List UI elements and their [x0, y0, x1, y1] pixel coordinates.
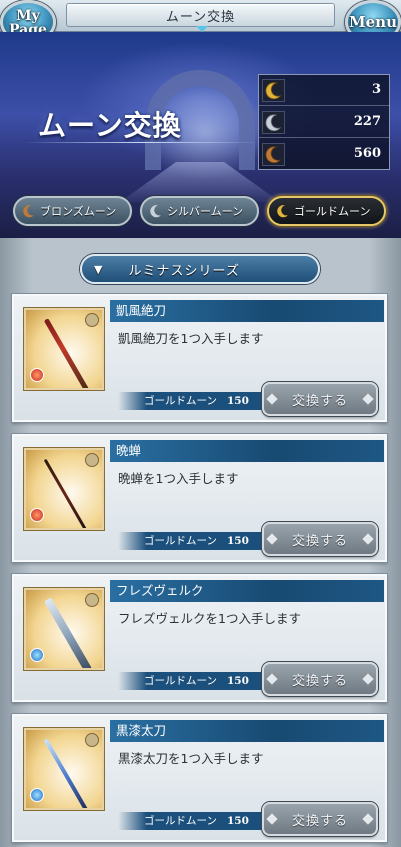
cost-amount: 150 — [226, 535, 249, 547]
item-description: 黒漆太刀を1つ入手します — [118, 751, 264, 766]
tab-bronze-moon[interactable]: ブロンズムーン — [13, 196, 132, 226]
exchange-button[interactable]: 交換する — [262, 662, 378, 696]
triangle-down-icon: ▼ — [94, 262, 103, 276]
item-cost: ゴールドムーン 150 — [118, 392, 278, 410]
item-name: フレズヴェルク — [110, 580, 384, 602]
moon-row-silver: 227 — [259, 107, 389, 138]
rarity-icon — [85, 593, 99, 607]
water-element-icon — [30, 788, 44, 802]
item-cost: ゴールドムーン 150 — [118, 672, 278, 690]
fire-element-icon — [30, 508, 44, 522]
hero-banner: ムーン交換 3 227 560 ブロンズムーン シルバームーン ゴールドムーン — [0, 32, 401, 238]
exchange-item-card: フレズヴェルク フレズヴェルクを1つ入手します ゴールドムーン 150 交換する — [12, 574, 387, 702]
weapon-thumbnail — [24, 448, 104, 530]
tab-gold-moon-label: ゴールドムーン — [294, 205, 371, 218]
exchange-button[interactable]: 交換する — [262, 522, 378, 556]
item-description: フレズヴェルクを1つ入手します — [118, 611, 301, 626]
gold-moon-count: 3 — [371, 82, 381, 97]
silver-moon-icon — [262, 111, 285, 134]
rarity-icon — [85, 733, 99, 747]
cost-amount: 150 — [226, 675, 249, 687]
hero-divider — [24, 142, 260, 143]
rarity-icon — [85, 453, 99, 467]
item-name: 黒漆太刀 — [110, 720, 384, 742]
cost-currency-label: ゴールドムーン — [144, 675, 217, 687]
mypage-label-line1: My — [16, 8, 40, 24]
hero-title: ムーン交換 — [38, 109, 182, 142]
gold-moon-tab-icon — [277, 205, 288, 218]
exchange-button[interactable]: 交換する — [262, 802, 378, 836]
moon-count-panel: 3 227 560 — [258, 74, 390, 170]
silver-moon-tab-icon — [150, 205, 161, 218]
cost-currency-label: ゴールドムーン — [144, 395, 217, 407]
tab-bronze-moon-label: ブロンズムーン — [40, 205, 117, 218]
item-cost: ゴールドムーン 150 — [118, 812, 278, 830]
series-dropdown[interactable]: ▼ ルミナスシリーズ — [80, 254, 320, 284]
weapon-thumbnail — [24, 308, 104, 390]
series-label: ルミナスシリーズ — [128, 263, 240, 279]
blade-illustration — [43, 318, 90, 388]
exchange-list-panel: ▼ ルミナスシリーズ 凱風絶刀 凱風絶刀を1つ入手します ゴールドムーン 150… — [0, 238, 401, 847]
tab-silver-moon[interactable]: シルバームーン — [140, 196, 259, 226]
exchange-item-card: 黒漆太刀 黒漆太刀を1つ入手します ゴールドムーン 150 交換する — [12, 714, 387, 842]
exchange-item-card: 晩蝉 晩蝉を1つ入手します ゴールドムーン 150 交換する — [12, 434, 387, 562]
exchange-button[interactable]: 交換する — [262, 382, 378, 416]
item-name: 晩蝉 — [110, 440, 384, 462]
water-element-icon — [30, 648, 44, 662]
top-nav-bar: ムーン交換 — [0, 0, 401, 32]
item-cost: ゴールドムーン 150 — [118, 532, 278, 550]
page-title: ムーン交換 — [66, 3, 335, 32]
item-name: 凱風絶刀 — [110, 300, 384, 322]
weapon-thumbnail — [24, 728, 104, 810]
tab-silver-moon-label: シルバームーン — [167, 205, 244, 218]
cost-amount: 150 — [226, 395, 249, 407]
moon-row-bronze: 560 — [259, 139, 389, 170]
exchange-item-card: 凱風絶刀 凱風絶刀を1つ入手します ゴールドムーン 150 交換する — [12, 294, 387, 422]
gold-moon-icon — [262, 79, 285, 102]
bronze-moon-count: 560 — [353, 146, 381, 161]
cost-currency-label: ゴールドムーン — [144, 535, 217, 547]
blade-illustration — [43, 458, 88, 528]
item-description: 凱風絶刀を1つ入手します — [118, 331, 264, 346]
rarity-icon — [85, 313, 99, 327]
moon-row-gold: 3 — [259, 75, 389, 106]
bronze-moon-tab-icon — [23, 205, 34, 218]
fire-element-icon — [30, 368, 44, 382]
tab-gold-moon[interactable]: ゴールドムーン — [267, 196, 386, 226]
blade-illustration — [44, 597, 92, 668]
cost-currency-label: ゴールドムーン — [144, 815, 217, 827]
cost-amount: 150 — [226, 815, 249, 827]
blade-illustration — [43, 738, 89, 808]
weapon-thumbnail — [24, 588, 104, 670]
item-description: 晩蝉を1つ入手します — [118, 471, 239, 486]
bronze-moon-icon — [262, 143, 285, 166]
silver-moon-count: 227 — [353, 114, 381, 129]
